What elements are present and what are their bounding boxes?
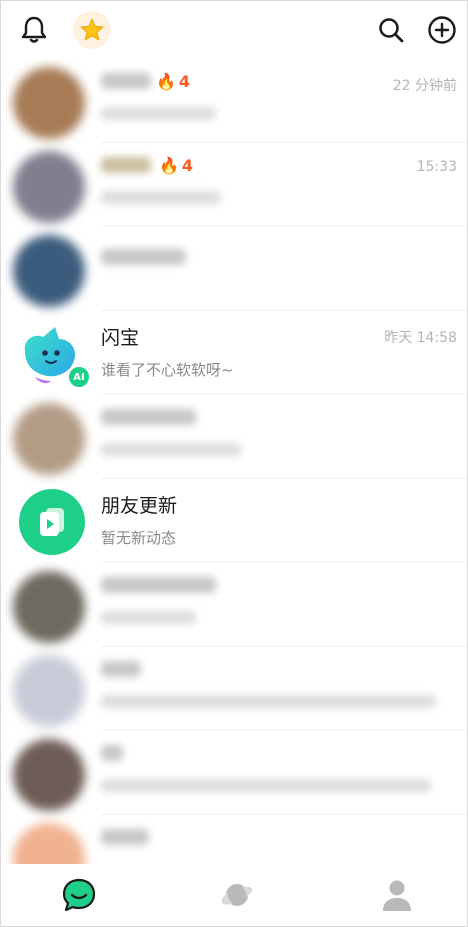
chat-tab[interactable] xyxy=(59,876,99,914)
ai-avatar: AI xyxy=(15,321,91,393)
fire-icon: 🔥 xyxy=(156,72,176,91)
avatar xyxy=(13,739,85,811)
chat-row[interactable] xyxy=(1,647,467,731)
contact-name: 朋友更新 xyxy=(101,495,178,517)
chat-row[interactable] xyxy=(1,815,467,864)
bottom-tab-bar xyxy=(1,864,467,926)
contact-name-blurred xyxy=(101,829,149,845)
contact-name-blurred xyxy=(101,249,186,265)
friends-updates-avatar xyxy=(19,489,85,555)
message-preview-blurred xyxy=(101,611,196,624)
contact-name-blurred xyxy=(101,73,151,89)
friends-updates-row[interactable]: 朋友更新 暂无新动态 xyxy=(1,479,467,563)
chat-row[interactable] xyxy=(1,395,467,479)
avatar xyxy=(13,571,85,643)
avatar xyxy=(13,67,85,139)
avatar xyxy=(13,403,85,475)
message-preview-blurred xyxy=(101,107,216,120)
favorites-button[interactable] xyxy=(73,11,111,49)
chat-time: 22 分钟前 xyxy=(392,78,457,94)
ai-badge: AI xyxy=(67,365,91,389)
fire-icon: 🔥 xyxy=(159,156,179,175)
chat-row-ai[interactable]: AI 闪宝 谁看了不心软软呀~ 昨天 14:58 xyxy=(1,311,467,395)
notifications-button[interactable] xyxy=(17,13,51,47)
message-preview: 暂无新动态 xyxy=(101,529,177,547)
message-preview: 谁看了不心软软呀~ xyxy=(101,361,234,379)
avatar xyxy=(13,235,85,307)
avatar xyxy=(13,655,85,727)
chat-row[interactable]: 🔥 4 22 分钟前 xyxy=(1,59,467,143)
chat-row[interactable] xyxy=(1,731,467,815)
chat-bubble-icon xyxy=(62,878,96,912)
star-icon xyxy=(80,18,104,41)
search-icon xyxy=(379,18,404,43)
contact-name-blurred xyxy=(101,661,141,677)
app-window: 🔥 4 22 分钟前 🔥 4 15:33 AI 闪宝 谁看了不心软软呀~ 昨天 … xyxy=(0,0,468,927)
contact-name-blurred xyxy=(101,409,196,425)
photo-stack-icon xyxy=(40,508,64,536)
avatar xyxy=(13,823,85,864)
chat-row[interactable]: 🔥 4 15:33 xyxy=(1,143,467,227)
chat-row[interactable] xyxy=(1,563,467,647)
streak-badge: 🔥 4 xyxy=(156,72,191,91)
chat-list: 🔥 4 22 分钟前 🔥 4 15:33 AI 闪宝 谁看了不心软软呀~ 昨天 … xyxy=(1,59,467,864)
person-icon xyxy=(383,880,411,911)
message-preview-blurred xyxy=(101,695,436,708)
discover-tab[interactable] xyxy=(217,876,257,914)
profile-tab[interactable] xyxy=(377,876,417,914)
add-button[interactable] xyxy=(425,13,459,47)
chat-time: 昨天 14:58 xyxy=(384,330,457,346)
search-button[interactable] xyxy=(374,13,408,47)
top-bar xyxy=(1,1,467,59)
contact-name-blurred xyxy=(101,577,216,593)
contact-name-blurred xyxy=(101,745,123,761)
message-preview-blurred xyxy=(101,191,221,204)
contact-name-blurred xyxy=(101,157,151,173)
message-preview-blurred xyxy=(101,779,431,792)
chat-row[interactable] xyxy=(1,227,467,311)
contact-name: 闪宝 xyxy=(101,327,140,349)
planet-icon xyxy=(221,884,253,906)
add-circle-icon xyxy=(428,16,456,44)
bell-icon xyxy=(21,16,47,43)
avatar xyxy=(13,151,85,223)
chat-time: 15:33 xyxy=(416,159,457,175)
streak-badge: 🔥 4 xyxy=(159,156,194,175)
message-preview-blurred xyxy=(101,443,241,456)
